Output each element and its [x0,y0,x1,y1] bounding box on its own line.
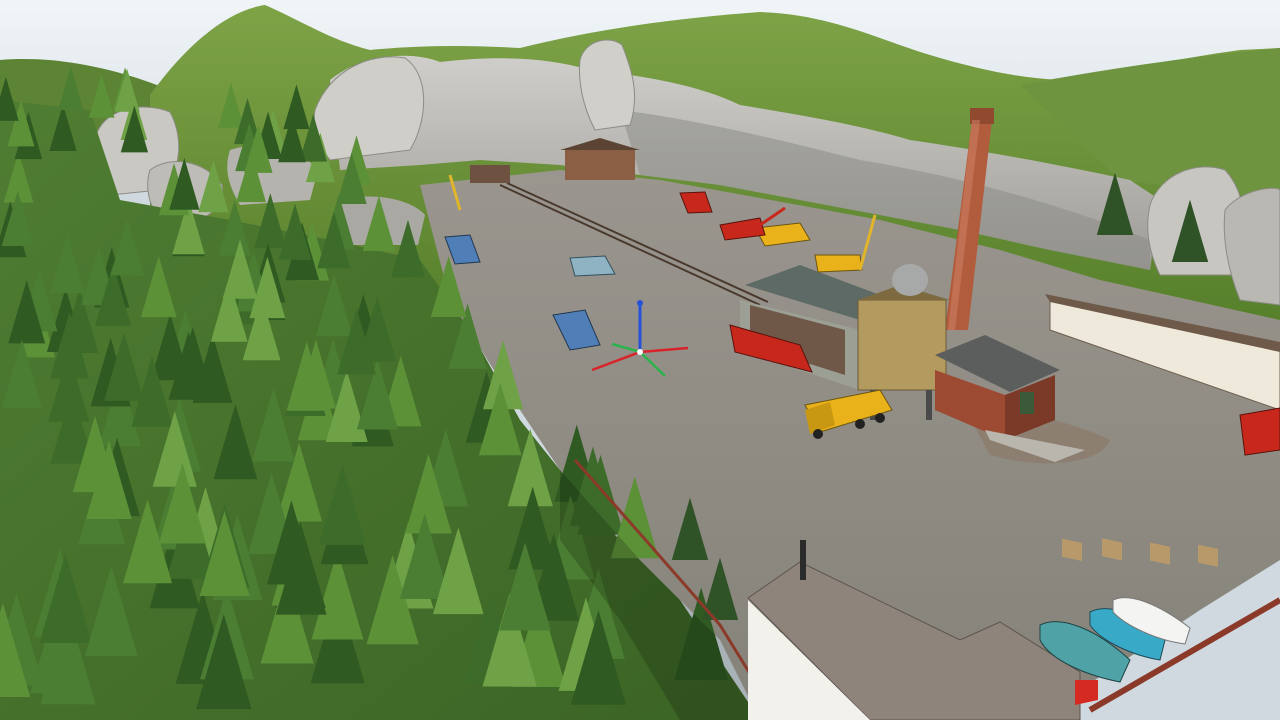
scene-viewport[interactable] [0,0,1280,720]
quarry-scene[interactable] [0,0,1280,720]
